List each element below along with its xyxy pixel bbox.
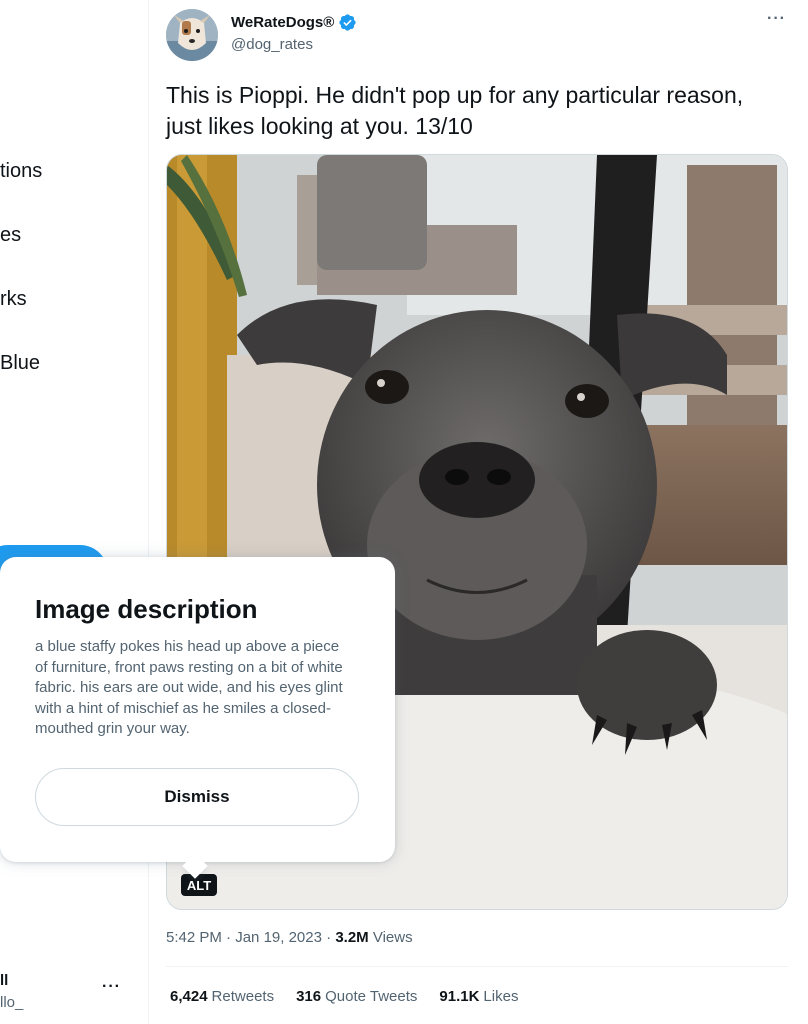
tweet-text: This is Pioppi. He didn't pop up for any… bbox=[166, 82, 744, 139]
alt-badge[interactable]: ALT bbox=[181, 874, 217, 896]
more-options-icon[interactable]: ··· bbox=[767, 10, 786, 28]
author-name-text[interactable]: WeRateDogs® bbox=[231, 14, 334, 31]
likes-label: Likes bbox=[483, 988, 519, 1005]
sidebar-item-bookmarks[interactable]: rks bbox=[0, 288, 27, 311]
meta-divider bbox=[166, 966, 788, 967]
tweet: WeRateDogs® @dog_rates ··· This is Piopp… bbox=[149, 0, 808, 1024]
account-more-icon[interactable]: ··· bbox=[102, 978, 121, 996]
likes-count: 91.1K bbox=[439, 988, 480, 1005]
image-description-popover: Image description a blue staffy pokes hi… bbox=[0, 557, 395, 879]
retweets-label: Retweets bbox=[211, 988, 275, 1005]
account-handle[interactable]: llo_ bbox=[0, 994, 23, 1011]
views-label: Views bbox=[368, 929, 413, 946]
meta-separator: · bbox=[221, 929, 236, 946]
quote-tweets-count: 316 bbox=[296, 988, 322, 1005]
sidebar: tions es rks Blue ll llo_ ··· bbox=[0, 0, 148, 1024]
dismiss-button[interactable]: Dismiss bbox=[35, 768, 359, 826]
verified-badge-icon bbox=[339, 14, 356, 31]
account-name[interactable]: ll bbox=[0, 972, 8, 989]
quote-tweets-label: Quote Tweets bbox=[325, 988, 418, 1005]
sidebar-item-notifications[interactable]: tions bbox=[0, 160, 42, 183]
author-name[interactable]: WeRateDogs® bbox=[231, 13, 357, 32]
avatar[interactable] bbox=[166, 9, 218, 61]
tweet-stats: 6,424 Retweets 316 Quote Tweets 91.1K Likes bbox=[170, 988, 518, 1005]
sidebar-item-twitter-blue[interactable]: Blue bbox=[0, 352, 40, 375]
tweet-timestamp: 5:42 PM · Jan 19, 2023 · 3.2M Views bbox=[166, 929, 413, 946]
retweets-count: 6,424 bbox=[170, 988, 208, 1005]
quote-tweets-stat[interactable]: 316 Quote Tweets bbox=[296, 988, 417, 1005]
author-handle[interactable]: @dog_rates bbox=[231, 36, 313, 53]
retweets-stat[interactable]: 6,424 Retweets bbox=[170, 988, 274, 1005]
meta-separator-2: · bbox=[321, 929, 336, 946]
sidebar-item-messages[interactable]: es bbox=[0, 224, 21, 247]
likes-stat[interactable]: 91.1K Likes bbox=[439, 988, 518, 1005]
tweet-date[interactable]: Jan 19, 2023 bbox=[235, 929, 322, 946]
tweet-time[interactable]: 5:42 PM bbox=[166, 929, 222, 946]
views-count: 3.2M bbox=[335, 929, 369, 946]
image-description-text: a blue staffy pokes his head up above a … bbox=[35, 638, 343, 737]
popover-title: Image description bbox=[35, 594, 258, 624]
